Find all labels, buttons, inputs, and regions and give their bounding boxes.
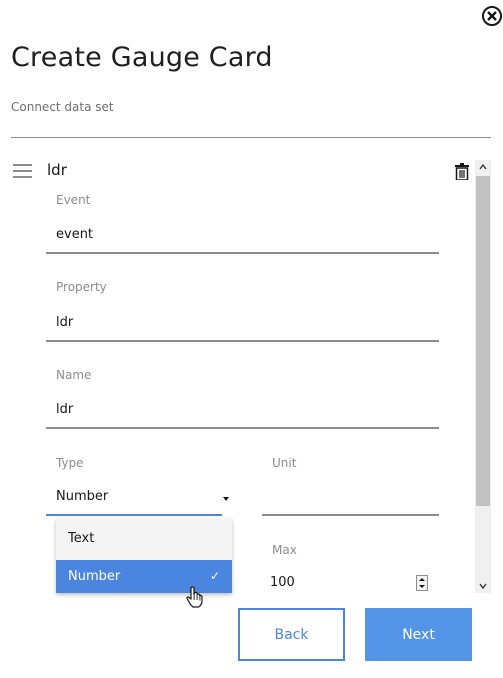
max-label: Max	[272, 543, 297, 557]
event-label: Event	[56, 193, 91, 207]
menu-item-label: Text	[68, 531, 95, 546]
caret-down-icon	[223, 497, 229, 501]
type-select[interactable]: Type Number	[46, 453, 229, 519]
dataset-name: ldr	[47, 161, 67, 179]
type-dropdown-menu: Text Number ✓	[56, 518, 232, 593]
section-subtitle: Connect data set	[11, 100, 114, 114]
type-underline	[46, 514, 222, 516]
checkmark-icon: ✓	[209, 569, 220, 583]
property-field[interactable]: Property ldr	[46, 277, 439, 343]
scrollbar[interactable]	[475, 160, 491, 593]
property-value: ldr	[56, 315, 74, 330]
next-button[interactable]: Next	[365, 608, 472, 661]
type-value: Number	[56, 489, 109, 504]
property-underline	[46, 340, 439, 342]
menu-item-number[interactable]: Number ✓	[56, 560, 232, 593]
event-value: event	[56, 227, 94, 242]
max-field[interactable]: Max 100	[262, 540, 439, 595]
stepper-up-icon[interactable]	[417, 576, 427, 583]
type-label: Type	[56, 456, 84, 470]
scroll-up-icon[interactable]	[475, 160, 491, 174]
scrollbar-thumb[interactable]	[476, 176, 490, 506]
back-button[interactable]: Back	[238, 608, 345, 661]
close-icon[interactable]	[481, 5, 503, 27]
name-field[interactable]: Name ldr	[46, 365, 439, 431]
hand-pointer-icon	[186, 586, 204, 608]
page-title: Create Gauge Card	[11, 42, 273, 73]
max-stepper[interactable]	[416, 575, 428, 591]
trash-icon[interactable]	[455, 163, 469, 181]
menu-item-text[interactable]: Text	[56, 520, 232, 557]
unit-field[interactable]: Unit	[262, 453, 439, 519]
drag-handle-icon[interactable]	[13, 164, 32, 178]
event-field[interactable]: Event event	[46, 190, 439, 256]
name-underline	[46, 427, 439, 429]
scroll-down-icon[interactable]	[475, 579, 491, 593]
name-value: ldr	[56, 402, 74, 417]
divider	[11, 137, 491, 138]
event-underline	[46, 252, 439, 254]
property-label: Property	[56, 280, 107, 294]
unit-underline	[262, 514, 439, 516]
unit-label: Unit	[272, 456, 297, 470]
menu-item-label: Number	[68, 569, 121, 584]
name-label: Name	[56, 368, 92, 382]
max-value: 100	[270, 575, 295, 590]
stepper-down-icon[interactable]	[417, 583, 427, 590]
